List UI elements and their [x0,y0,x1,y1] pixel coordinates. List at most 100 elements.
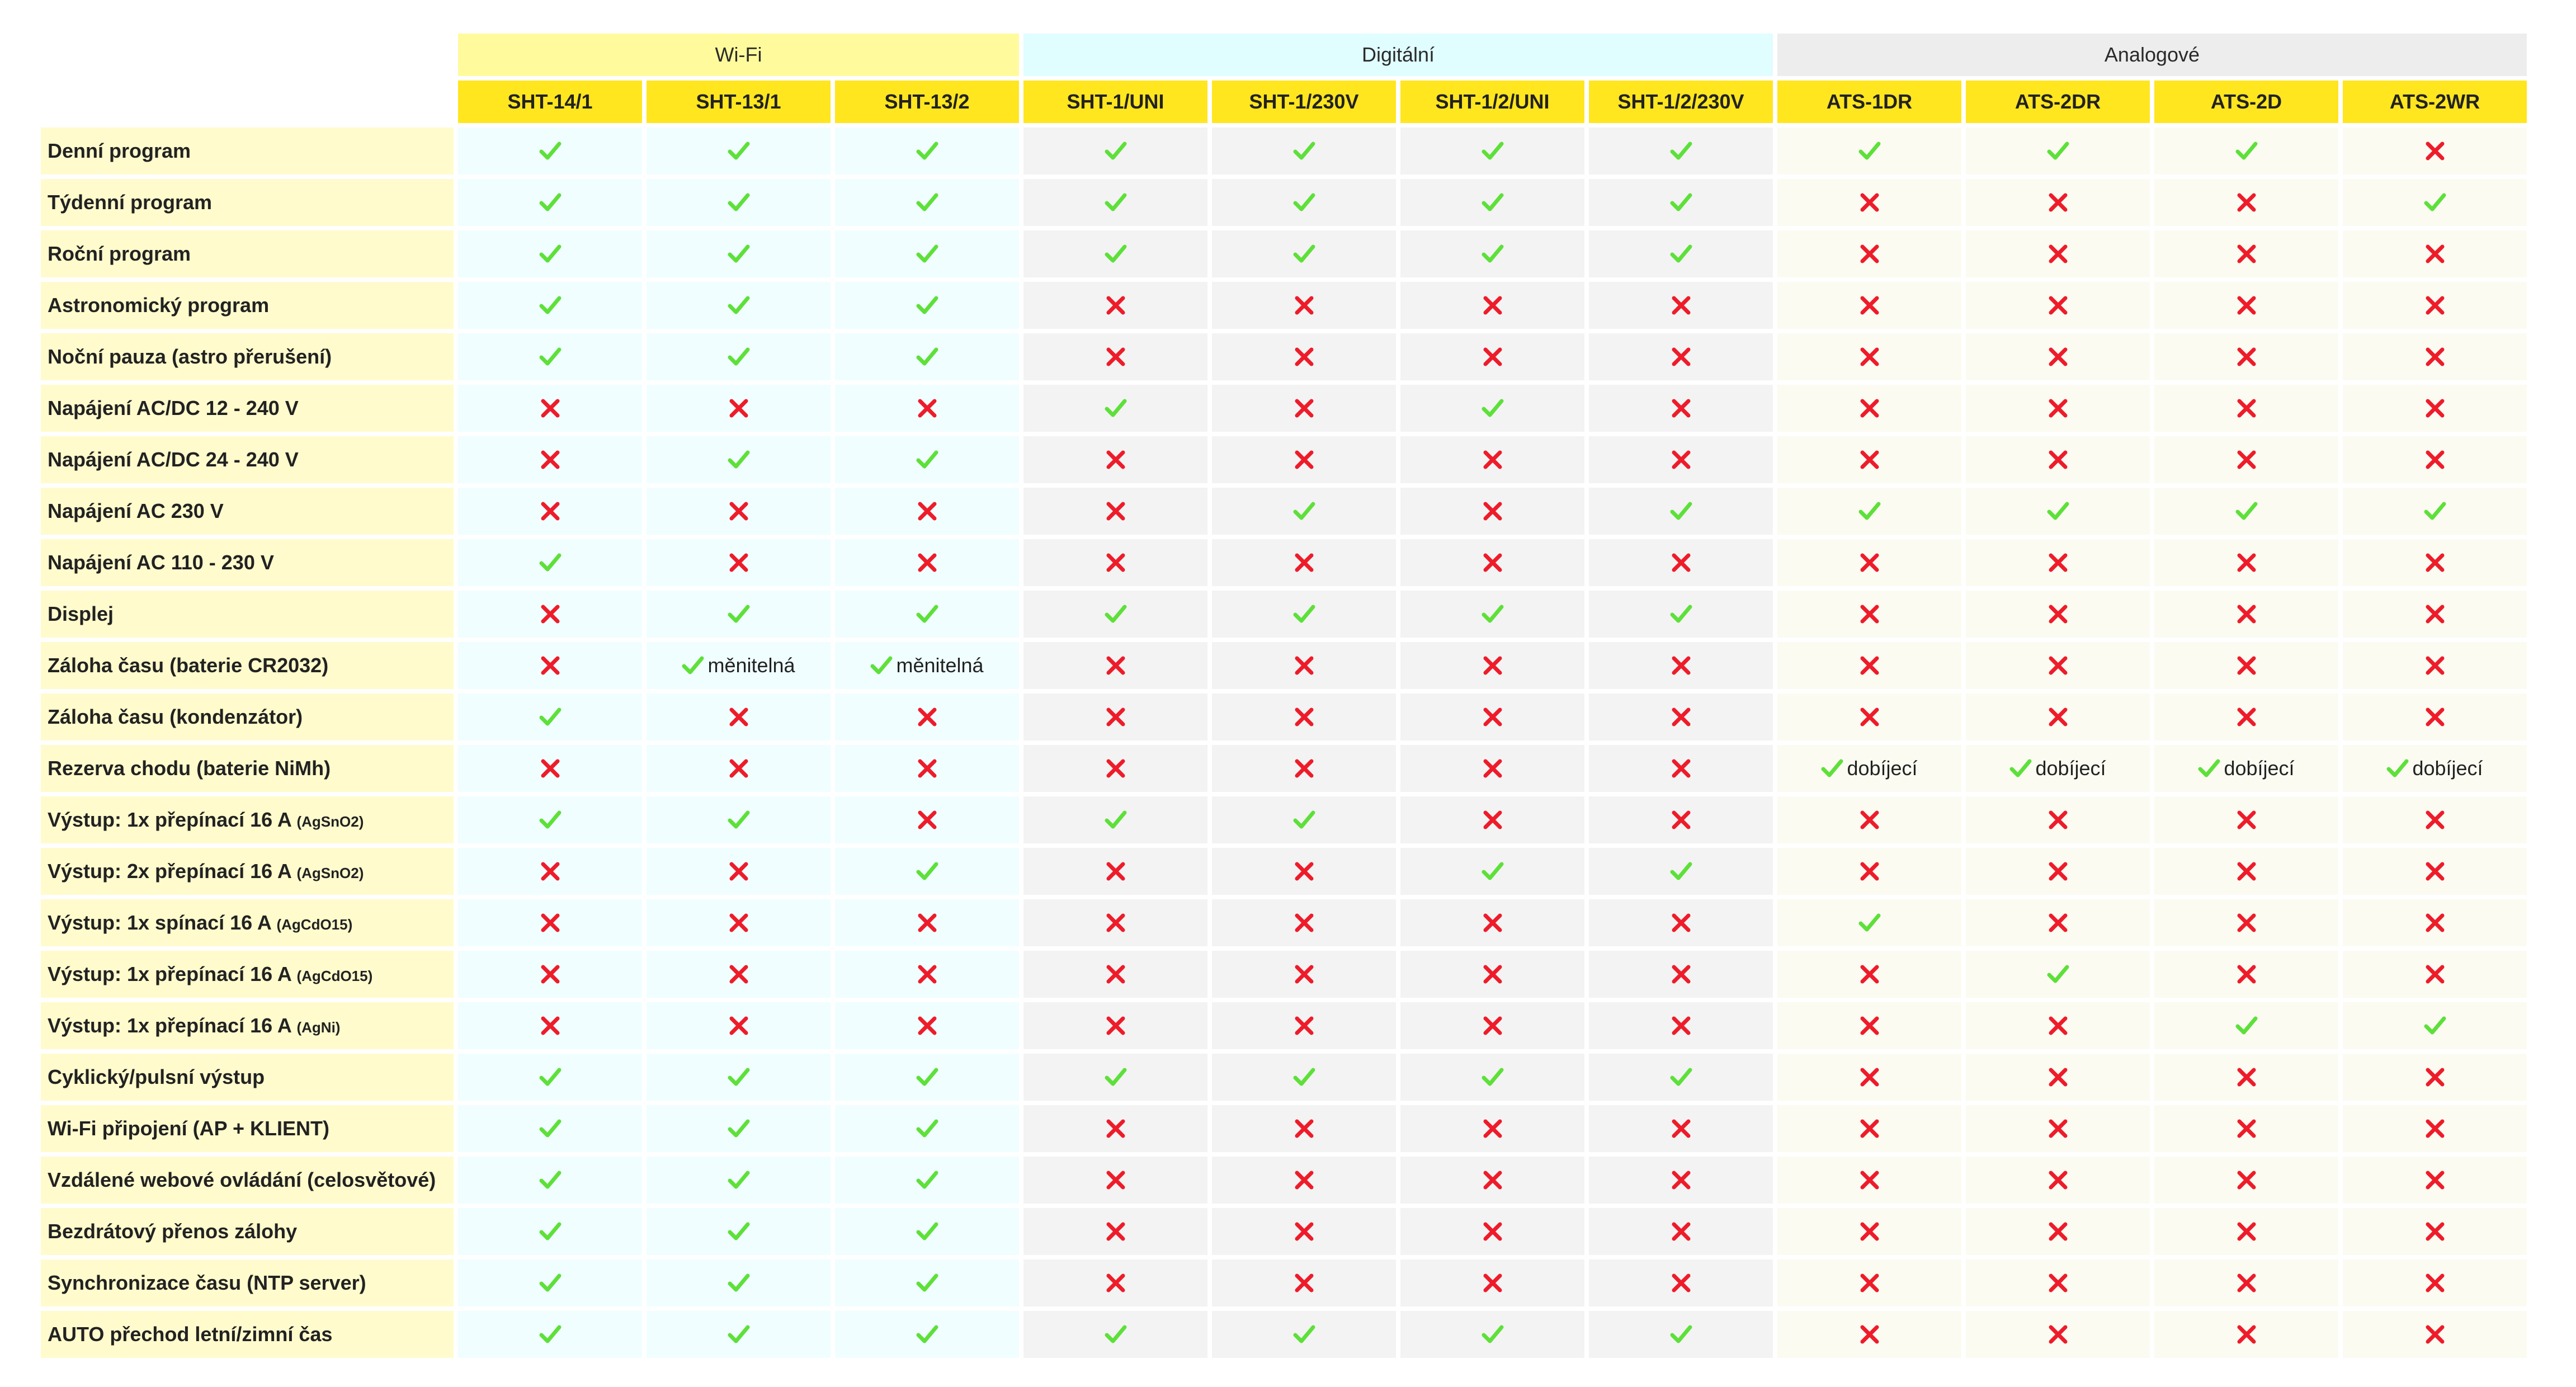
table-row: Bezdrátový přenos zálohy [41,1208,2527,1255]
model-header: ATS-1DR [1777,81,1961,123]
cross-icon [1860,1273,1880,1293]
feature-label: Synchronizace času (NTP server) [41,1259,454,1306]
cross-icon [1483,347,1503,367]
feature-label: Záloha času (baterie CR2032) [41,642,454,689]
check-icon [1482,860,1504,883]
feature-cell [1966,1157,2150,1204]
feature-contact-material: (AgSnO2) [296,865,364,881]
cross-icon [2237,1273,2257,1293]
feature-cell [1777,539,1961,586]
feature-cell: dobíjecí [2343,745,2527,792]
feature-cell [1777,796,1961,843]
cross-icon [2425,707,2445,727]
check-icon [539,1066,562,1088]
feature-cell [2343,385,2527,432]
check-icon [728,1272,750,1294]
feature-cell [2154,591,2338,638]
feature-name: Roční program [48,242,191,265]
cross-icon [1860,192,1880,213]
check-icon [916,1272,938,1294]
feature-cell [1212,1208,1396,1255]
feature-cell [2154,1208,2338,1255]
feature-cell [647,1054,831,1101]
check-icon [728,1117,750,1140]
feature-cell [1777,282,1961,329]
feature-cell [835,128,1019,174]
feature-cell [1777,1105,1961,1152]
check-icon [1670,603,1692,625]
feature-cell [2154,179,2338,226]
cross-icon [1294,347,1314,367]
cross-icon [540,450,560,470]
feature-cell [1966,796,2150,843]
feature-cell [1966,1259,2150,1306]
table-row: AUTO přechod letní/zimní čas [41,1311,2527,1358]
feature-label: Výstup: 1x spínací 16 A (AgCdO15) [41,899,454,946]
check-icon [916,449,938,471]
cross-icon [1294,553,1314,573]
feature-cell [1966,385,2150,432]
feature-label: Napájení AC 110 - 230 V [41,539,454,586]
cross-icon [2425,1324,2445,1344]
feature-cell [1400,951,1584,998]
feature-label: Astronomický program [41,282,454,329]
cross-icon [1294,295,1314,315]
cross-icon [2425,964,2445,984]
check-icon [916,1169,938,1191]
feature-cell [647,796,831,843]
cross-icon [2237,707,2257,727]
feature-cell [2154,951,2338,998]
feature-cell [1023,796,1207,843]
feature-cell [1966,694,2150,740]
feature-cell [647,899,831,946]
cross-icon [2425,604,2445,624]
feature-cell [1589,385,1773,432]
check-icon [916,346,938,368]
check-icon [916,191,938,214]
cross-icon [2237,1170,2257,1190]
feature-cell [458,179,642,226]
cross-icon [1294,1273,1314,1293]
cross-icon [1483,1273,1503,1293]
feature-cell [2343,333,2527,380]
feature-cell [1589,179,1773,226]
feature-cell [647,1259,831,1306]
feature-cell [647,951,831,998]
feature-cell [2154,694,2338,740]
cross-icon [1483,758,1503,779]
check-icon [1858,140,1881,162]
cross-icon [1483,553,1503,573]
cross-icon [2048,192,2068,213]
feature-cell [1777,230,1961,277]
feature-cell [1400,436,1584,483]
feature-cell [458,128,642,174]
table-row: Napájení AC 110 - 230 V [41,539,2527,586]
cross-icon [2425,295,2445,315]
feature-cell [647,333,831,380]
feature-cell [1400,1157,1584,1204]
cross-icon [1483,501,1503,521]
check-icon [916,1323,938,1346]
cross-icon [2048,1221,2068,1242]
feature-cell [1966,848,2150,895]
cross-icon [1483,964,1503,984]
feature-name: Záloha času (baterie CR2032) [48,654,329,677]
feature-cell [1400,1105,1584,1152]
feature-label: Napájení AC 230 V [41,488,454,535]
cross-icon [729,1016,749,1036]
check-icon [1293,243,1315,265]
table-row: Napájení AC/DC 24 - 240 V [41,436,2527,483]
feature-cell [835,848,1019,895]
check-icon [1482,1323,1504,1346]
feature-cell [2154,848,2338,895]
table-corner [41,81,454,123]
feature-cell [1023,1054,1207,1101]
feature-cell [1212,539,1396,586]
table-row: Výstup: 1x spínací 16 A (AgCdO15) [41,899,2527,946]
cross-icon [1294,1221,1314,1242]
cross-icon [1294,450,1314,470]
feature-cell [1777,1054,1961,1101]
feature-cell [647,385,831,432]
check-icon [916,1117,938,1140]
cross-icon [1671,913,1691,933]
